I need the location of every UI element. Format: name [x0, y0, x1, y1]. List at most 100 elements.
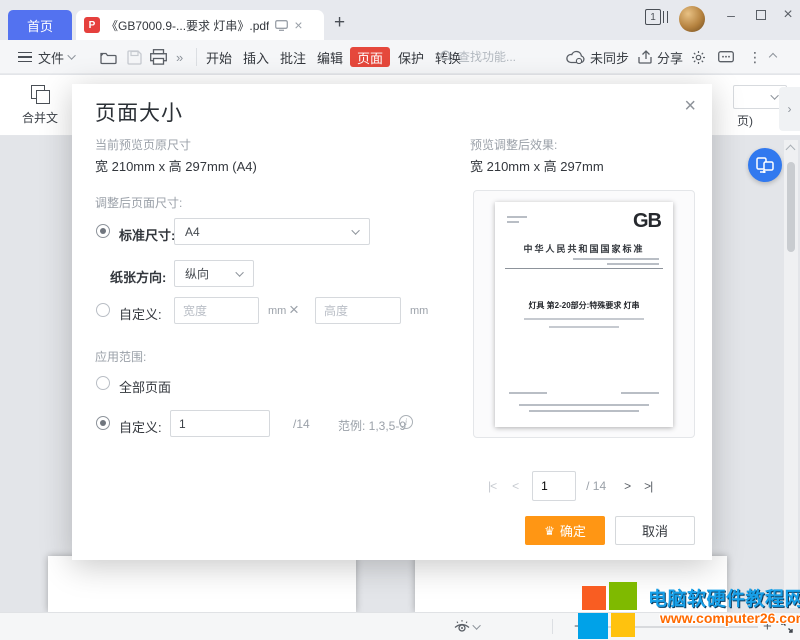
merge-documents-button[interactable]: 合并文 — [12, 81, 68, 131]
tab-document[interactable]: P 《GB7000.9-...要求 灯串》.pdf × — [76, 10, 324, 40]
cloud-sync-icon — [566, 50, 585, 64]
feedback-button[interactable] — [718, 40, 734, 74]
blurred-text-line — [573, 258, 659, 260]
blurred-text-line — [621, 392, 659, 394]
page-size-dialog: 页面大小 × 当前预览页原尺寸 宽 210mm x 高 297mm (A4) 调… — [72, 84, 712, 560]
pdf-page[interactable] — [48, 556, 356, 612]
screen-share-icon[interactable] — [275, 20, 288, 31]
menu-tab-protect[interactable]: 保护 — [394, 47, 428, 67]
minimize-button[interactable]: – — [716, 0, 746, 30]
window-count-button[interactable]: 1 — [645, 9, 668, 25]
preview-size-value: 宽 210mm x 高 297mm — [470, 156, 604, 175]
share-button[interactable]: 分享 — [638, 40, 683, 74]
menu-bar: 文件 » 开始 插入 批注 编辑 页面 保护 转换 查找功能... 未同步 — [0, 40, 800, 74]
zoom-out-button[interactable]: − — [574, 618, 583, 635]
preview-section-label: 预览调整后效果: — [470, 136, 557, 153]
search-placeholder: 查找功能... — [458, 48, 516, 65]
custom-size-radio[interactable] — [96, 303, 110, 317]
scrollbar-thumb[interactable] — [787, 162, 795, 252]
file-menu[interactable]: 文件 — [18, 40, 76, 74]
expand-panel-button[interactable]: › — [779, 87, 800, 131]
first-page-button[interactable]: |< — [488, 479, 496, 493]
zoom-slider[interactable] — [592, 626, 758, 628]
page-range-input[interactable] — [170, 410, 270, 437]
menu-tab-insert[interactable]: 插入 — [239, 47, 273, 67]
settings-button[interactable] — [691, 40, 706, 74]
close-tab-icon[interactable]: × — [294, 17, 302, 33]
last-page-button[interactable]: >| — [644, 479, 652, 493]
fullscreen-button[interactable] — [781, 621, 793, 633]
preview-document-title: 灯具 第2-20部分:特殊要求 灯串 — [495, 300, 673, 311]
next-page-button[interactable]: > — [624, 479, 630, 493]
page-total-suffix: /14 — [293, 417, 310, 431]
prev-page-button[interactable]: < — [512, 479, 518, 493]
save-button[interactable] — [127, 40, 142, 74]
ok-button[interactable]: ♛ 确定 — [525, 516, 605, 545]
more-tools-button[interactable]: » — [176, 40, 183, 74]
custom-size-label: 自定义: — [119, 304, 162, 323]
close-window-button[interactable]: × — [776, 0, 800, 30]
merge-documents-icon — [31, 85, 49, 103]
new-tab-button[interactable]: + — [334, 12, 345, 34]
maximize-button[interactable] — [746, 0, 776, 30]
all-pages-radio[interactable] — [96, 376, 110, 390]
preview-page-input[interactable] — [532, 471, 576, 501]
menu-tab-start[interactable]: 开始 — [202, 47, 236, 67]
width-unit-label: mm — [268, 305, 286, 317]
document-tab-title: 《GB7000.9-...要求 灯串》.pdf — [106, 17, 269, 34]
standard-size-value: A4 — [185, 225, 200, 239]
pdf-to-word-button[interactable] — [748, 148, 782, 182]
user-avatar[interactable] — [679, 6, 705, 32]
tab-home-label: 首页 — [27, 16, 53, 35]
zoom-in-button[interactable]: + — [763, 618, 772, 635]
times-icon: × — [289, 300, 299, 320]
scroll-up-arrow[interactable] — [786, 145, 796, 155]
chevron-down-icon — [351, 226, 359, 234]
info-icon[interactable]: i — [399, 415, 413, 429]
divider-line — [505, 268, 663, 269]
print-button[interactable] — [150, 40, 167, 74]
hamburger-icon — [18, 52, 32, 62]
menu-tab-comment[interactable]: 批注 — [276, 47, 310, 67]
custom-range-radio[interactable] — [96, 416, 110, 430]
gear-icon — [691, 50, 706, 65]
current-size-value: 宽 210mm x 高 297mm (A4) — [95, 156, 257, 175]
pdf-page[interactable] — [415, 556, 727, 612]
standard-size-select[interactable]: A4 — [174, 218, 370, 245]
blurred-text-line — [524, 318, 644, 320]
tab-home[interactable]: 首页 — [8, 10, 72, 40]
tab-bar: 首页 P 《GB7000.9-...要求 灯串》.pdf × + 1 – × — [0, 0, 800, 40]
overflow-menu-button[interactable]: ⋮ — [748, 40, 762, 74]
chevron-up-icon — [769, 53, 777, 61]
standard-size-label: 标准尺寸: — [119, 225, 175, 244]
blurred-text-line — [529, 410, 639, 412]
eye-icon — [453, 619, 471, 634]
apply-range-section-label: 应用范围: — [95, 348, 146, 365]
chevron-down-icon — [472, 621, 480, 629]
range-example-label: 范例: 1,3,5-9 — [338, 417, 406, 434]
vertical-scrollbar[interactable] — [784, 140, 798, 608]
eye-protection-button[interactable] — [453, 619, 481, 634]
collapse-ribbon-button[interactable] — [770, 40, 776, 74]
preview-page-total: / 14 — [586, 479, 606, 493]
sync-status-button[interactable]: 未同步 — [566, 40, 629, 74]
custom-height-input[interactable] — [315, 297, 401, 324]
fullscreen-icon — [781, 621, 793, 633]
status-bar: − + — [0, 612, 800, 640]
custom-width-input[interactable] — [174, 297, 259, 324]
preview-pagination: |< < / 14 > >| — [470, 470, 696, 502]
dialog-close-icon[interactable]: × — [684, 96, 696, 116]
search-input[interactable]: 查找功能... — [440, 48, 516, 65]
maximize-icon — [756, 10, 766, 20]
standard-size-radio[interactable] — [96, 224, 110, 238]
blurred-text-line — [549, 326, 619, 328]
menu-tab-edit[interactable]: 编辑 — [313, 47, 347, 67]
chevron-down-icon — [770, 91, 778, 99]
menu-tab-page[interactable]: 页面 — [350, 47, 390, 67]
orientation-select[interactable]: 纵向 — [174, 260, 254, 287]
cancel-button[interactable]: 取消 — [615, 516, 695, 545]
blurred-text-line — [507, 221, 519, 223]
open-file-button[interactable] — [100, 40, 118, 74]
wps-pdf-window: 首页 P 《GB7000.9-...要求 灯串》.pdf × + 1 – × 文… — [0, 0, 800, 640]
sync-status-label: 未同步 — [590, 48, 629, 67]
